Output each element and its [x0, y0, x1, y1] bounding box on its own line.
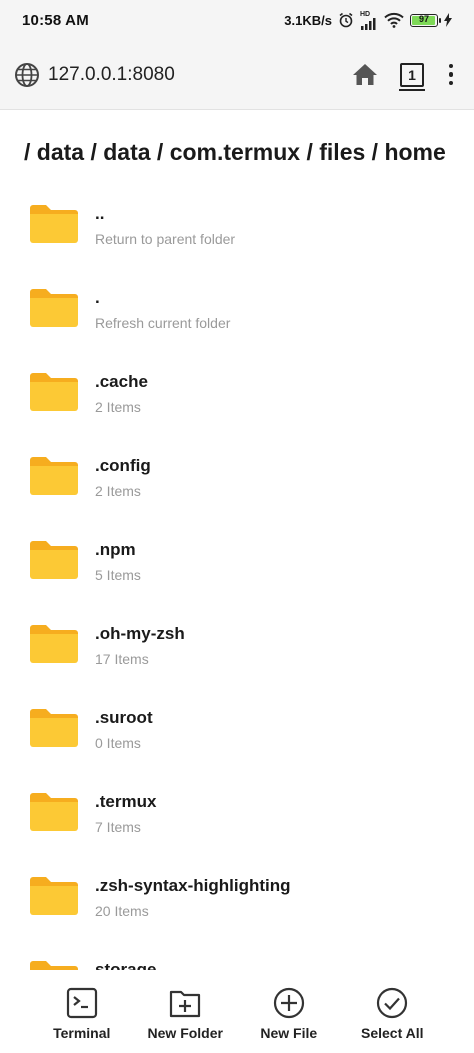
file-list-item[interactable]: .zsh-syntax-highlighting 20 Items	[0, 858, 474, 942]
folder-icon	[30, 877, 78, 915]
file-name: .termux	[95, 792, 157, 811]
file-subtitle: 5 Items	[95, 567, 141, 583]
globe-icon	[14, 62, 40, 88]
check-circle-icon	[377, 987, 408, 1019]
status-icons: 3.1KB/s HD 97	[284, 11, 452, 30]
file-name: .npm	[95, 540, 136, 559]
file-list-item[interactable]: storage	[0, 942, 474, 970]
folder-icon	[30, 961, 78, 970]
select-all-button[interactable]: Select All	[344, 986, 440, 1053]
folder-icon	[30, 709, 78, 747]
new-folder-icon	[170, 990, 201, 1018]
folder-icon	[30, 373, 78, 411]
signal-icon: HD	[360, 11, 378, 30]
file-item-text: . Refresh current folder	[95, 270, 230, 331]
file-subtitle: 0 Items	[95, 735, 141, 751]
file-name: storage	[95, 960, 157, 970]
file-name: .cache	[95, 372, 148, 391]
file-list-item[interactable]: . Refresh current folder	[0, 270, 474, 354]
file-name: .config	[95, 456, 151, 475]
file-list-item[interactable]: .termux 7 Items	[0, 774, 474, 858]
file-name: .	[95, 288, 100, 307]
folder-icon	[30, 289, 78, 327]
folder-icon	[30, 457, 78, 495]
url-field[interactable]: 127.0.0.1:8080	[48, 64, 350, 86]
terminal-icon	[66, 987, 97, 1019]
status-time: 10:58 AM	[22, 11, 89, 29]
file-list-item[interactable]: .suroot 0 Items	[0, 690, 474, 774]
terminal-button[interactable]: Terminal	[34, 986, 130, 1053]
address-bar: 127.0.0.1:8080 1	[0, 40, 474, 110]
file-item-text: .cache 2 Items	[95, 354, 148, 415]
network-speed: 3.1KB/s	[284, 12, 332, 28]
tab-switcher-button[interactable]: 1	[399, 62, 425, 91]
select-all-label: Select All	[360, 1025, 424, 1041]
folder-icon	[30, 205, 78, 243]
plus-circle-icon	[273, 987, 304, 1019]
file-item-text: .suroot 0 Items	[95, 690, 153, 751]
file-subtitle: 17 Items	[95, 651, 149, 667]
charging-icon	[444, 13, 452, 27]
new-file-button[interactable]: New File	[241, 986, 337, 1053]
new-file-label: New File	[260, 1025, 318, 1041]
file-name: .suroot	[95, 708, 153, 727]
folder-icon	[30, 625, 78, 663]
folder-icon	[30, 793, 78, 831]
file-subtitle: 2 Items	[95, 483, 141, 499]
file-item-text: .. Return to parent folder	[95, 186, 235, 247]
file-list-item[interactable]: .oh-my-zsh 17 Items	[0, 606, 474, 690]
status-bar: 10:58 AM 3.1KB/s HD 97	[0, 0, 474, 40]
file-subtitle: Refresh current folder	[95, 315, 231, 331]
file-list-item[interactable]: .cache 2 Items	[0, 354, 474, 438]
file-name: .zsh-syntax-highlighting	[95, 876, 291, 895]
file-subtitle: Return to parent folder	[95, 231, 236, 247]
file-name: .oh-my-zsh	[95, 624, 185, 643]
folder-icon	[30, 541, 78, 579]
battery-icon: 97	[410, 13, 441, 27]
file-item-text: .oh-my-zsh 17 Items	[95, 606, 185, 667]
home-icon[interactable]	[350, 60, 380, 90]
terminal-label: Terminal	[53, 1025, 111, 1041]
alarm-icon	[338, 12, 354, 28]
file-list-item[interactable]: .npm 5 Items	[0, 522, 474, 606]
file-list-item[interactable]: .config 2 Items	[0, 438, 474, 522]
file-subtitle: 2 Items	[95, 399, 141, 415]
file-subtitle: 7 Items	[95, 819, 141, 835]
file-item-text: .npm 5 Items	[95, 522, 141, 583]
file-subtitle: 20 Items	[95, 903, 149, 919]
new-folder-label: New Folder	[147, 1025, 223, 1041]
wifi-icon	[384, 12, 404, 28]
more-options-icon[interactable]	[448, 63, 454, 86]
bottom-toolbar: Terminal New Folder New File Select All	[0, 970, 474, 1053]
file-item-text: .config 2 Items	[95, 438, 151, 499]
network-type: HD	[360, 10, 371, 18]
new-folder-button[interactable]: New Folder	[137, 986, 233, 1053]
file-item-text: .zsh-syntax-highlighting 20 Items	[95, 858, 291, 919]
file-item-text: .termux 7 Items	[95, 774, 156, 835]
breadcrumb: / data / data / com.termux / files / hom…	[24, 139, 446, 165]
file-item-text: storage	[95, 942, 156, 970]
file-list-item[interactable]: .. Return to parent folder	[0, 186, 474, 270]
file-list: .. Return to parent folder. Refresh curren…	[0, 186, 474, 970]
battery-percent: 97	[418, 13, 429, 24]
file-name: ..	[95, 204, 105, 223]
